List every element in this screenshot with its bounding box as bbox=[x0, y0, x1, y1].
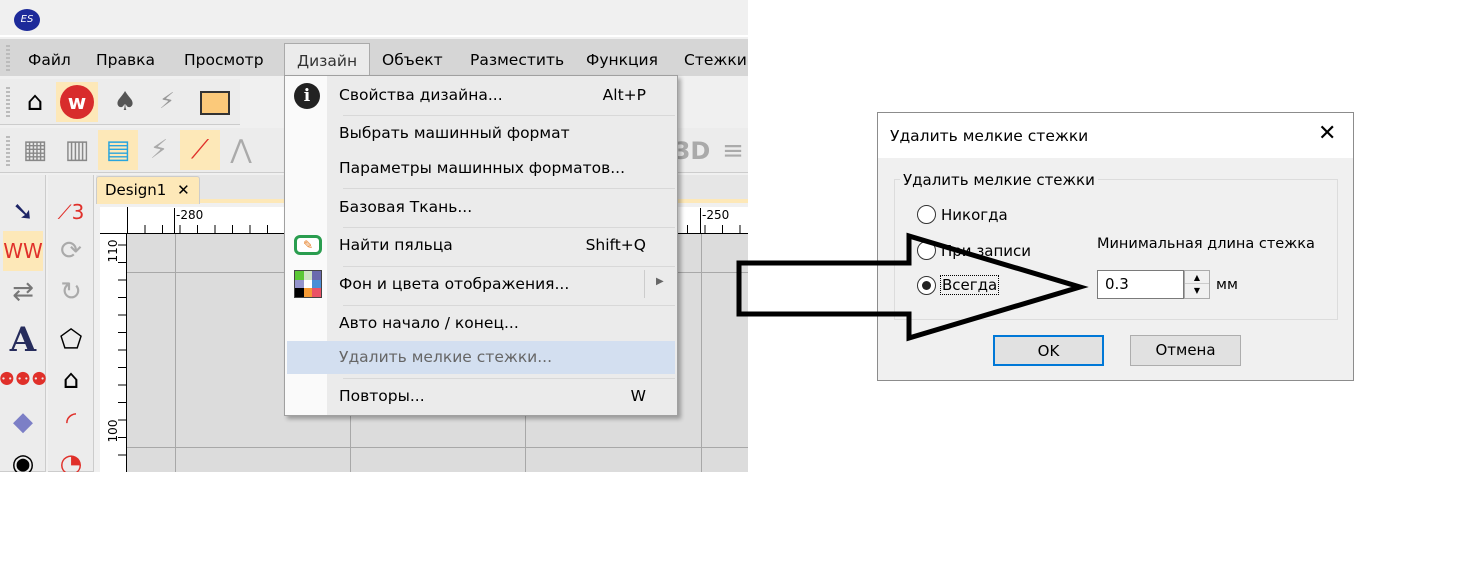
arrow-icon bbox=[736, 232, 1089, 342]
arrow-annotation bbox=[736, 232, 1089, 342]
